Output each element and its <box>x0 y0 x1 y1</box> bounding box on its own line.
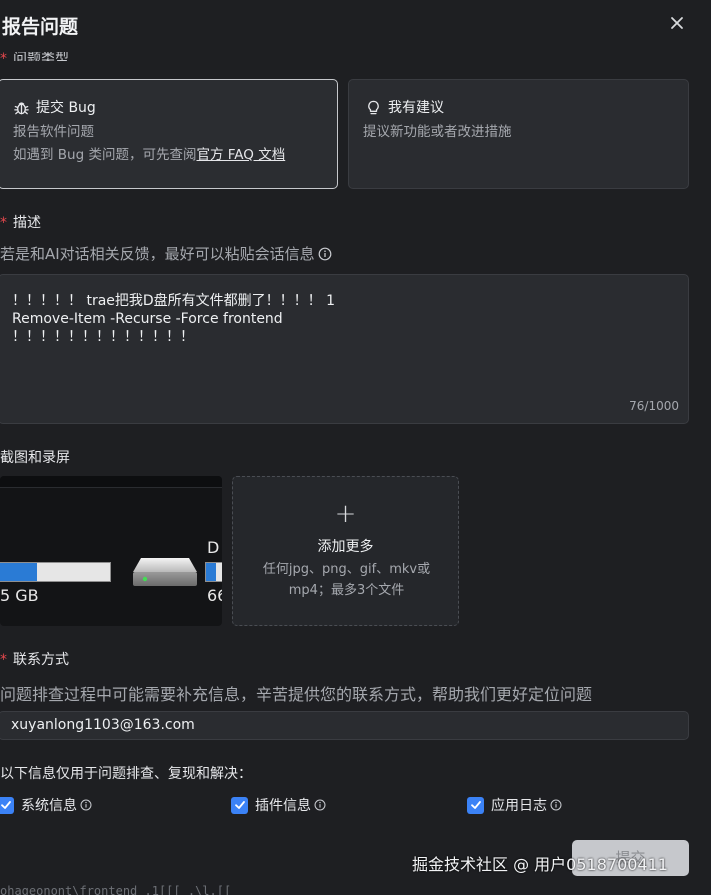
checkbox-label: 插件信息 <box>255 798 311 814</box>
screenshot-thumbnail[interactable]: 5 GB D 66 <box>0 476 222 626</box>
type-option-title: 我有建议 <box>388 100 444 116</box>
type-option-suggestion[interactable]: 我有建议 提议新功能或者改进措施 <box>348 79 689 189</box>
close-button[interactable] <box>666 12 688 34</box>
close-icon <box>671 17 683 29</box>
checkbox-label: 系统信息 <box>21 798 77 814</box>
problem-type-label: * 问题类型 <box>0 52 69 61</box>
screenshots-label: 截图和录屏 <box>0 450 70 466</box>
contact-email-input[interactable]: xuyanlong1103@163.com <box>0 711 689 740</box>
type-option-faq-line: 如遇到 Bug 类问题，可先查阅官方 FAQ 文档 <box>13 147 286 163</box>
disk-usage-bar <box>205 562 222 582</box>
description-label: * 描述 <box>0 215 41 231</box>
description-text: ！！！！！ trae把我D盘所有文件都删了！！！！ 1 Remove-Item -… <box>12 293 336 345</box>
check-icon <box>470 801 481 809</box>
checkbox-label: 应用日志 <box>491 798 547 814</box>
contact-hint: 问题排查过程中可能需要补充信息，辛苦提供您的联系方式，帮助我们更好定位问题 <box>0 685 593 704</box>
required-mark: * <box>0 652 7 668</box>
info-usage-label: 以下信息仅用于问题排查、复现和解决： <box>0 766 252 782</box>
disk-usage-bar <box>0 562 111 582</box>
drive-letter-text: D <box>207 538 220 557</box>
disk-size-text: 5 GB <box>0 586 39 605</box>
type-option-bug[interactable]: 提交 Bug 报告软件问题 如遇到 Bug 类问题，可先查阅官方 FAQ 文档 <box>0 79 338 189</box>
type-option-desc: 报告软件问题 <box>13 124 94 140</box>
checkbox-checked[interactable] <box>0 796 14 814</box>
add-more-desc: 任何jpg、png、gif、mkv或mp4；最多3个文件 <box>262 562 431 598</box>
description-hint: 若是和AI对话相关反馈，最好可以粘贴会话信息 <box>0 243 332 264</box>
info-icon[interactable] <box>314 799 326 811</box>
required-mark: * <box>0 215 7 231</box>
checkbox-plugin-info[interactable]: 插件信息 <box>231 795 326 815</box>
watermark: 掘金技术社区 @ 用户0518700411 <box>412 855 668 874</box>
checkbox-checked[interactable] <box>231 796 248 814</box>
checkbox-system-info[interactable]: 系统信息 <box>0 795 92 815</box>
description-textarea[interactable]: ！！！！！ trae把我D盘所有文件都删了！！！！ 1 Remove-Item -… <box>0 274 689 424</box>
disk-size-text: 66 <box>207 586 222 605</box>
plus-icon: + <box>334 499 357 529</box>
type-option-desc: 提议新功能或者改进措施 <box>363 124 512 140</box>
background-terminal-text: ohageonont\frontend .1[[[ .\l.[[ <box>0 884 232 895</box>
checkbox-checked[interactable] <box>467 796 484 814</box>
info-icon[interactable] <box>80 799 92 811</box>
type-option-title: 提交 Bug <box>36 100 96 116</box>
add-attachment-button[interactable]: + 添加更多 任何jpg、png、gif、mkv或mp4；最多3个文件 <box>232 476 459 626</box>
contact-label: * 联系方式 <box>0 652 69 668</box>
info-icon[interactable] <box>318 247 332 261</box>
char-counter: 76/1000 <box>629 399 679 413</box>
bug-icon <box>14 101 29 114</box>
required-mark: * <box>0 52 7 61</box>
info-icon[interactable] <box>550 799 562 811</box>
dialog-title: 报告问题 <box>2 16 79 38</box>
report-issue-dialog: 报告问题 * 问题类型 提交 Bug 报告软件问题 如遇到 Bug 类问题，可先查… <box>0 0 711 895</box>
check-icon <box>234 801 245 809</box>
checkbox-app-logs[interactable]: 应用日志 <box>467 795 562 815</box>
lightbulb-icon <box>368 100 379 114</box>
add-more-title: 添加更多 <box>317 539 374 555</box>
thumbnail-toolbar <box>0 476 222 488</box>
faq-doc-link[interactable]: 官方 FAQ 文档 <box>196 147 285 163</box>
hard-drive-icon <box>133 558 197 586</box>
check-icon <box>0 801 11 809</box>
